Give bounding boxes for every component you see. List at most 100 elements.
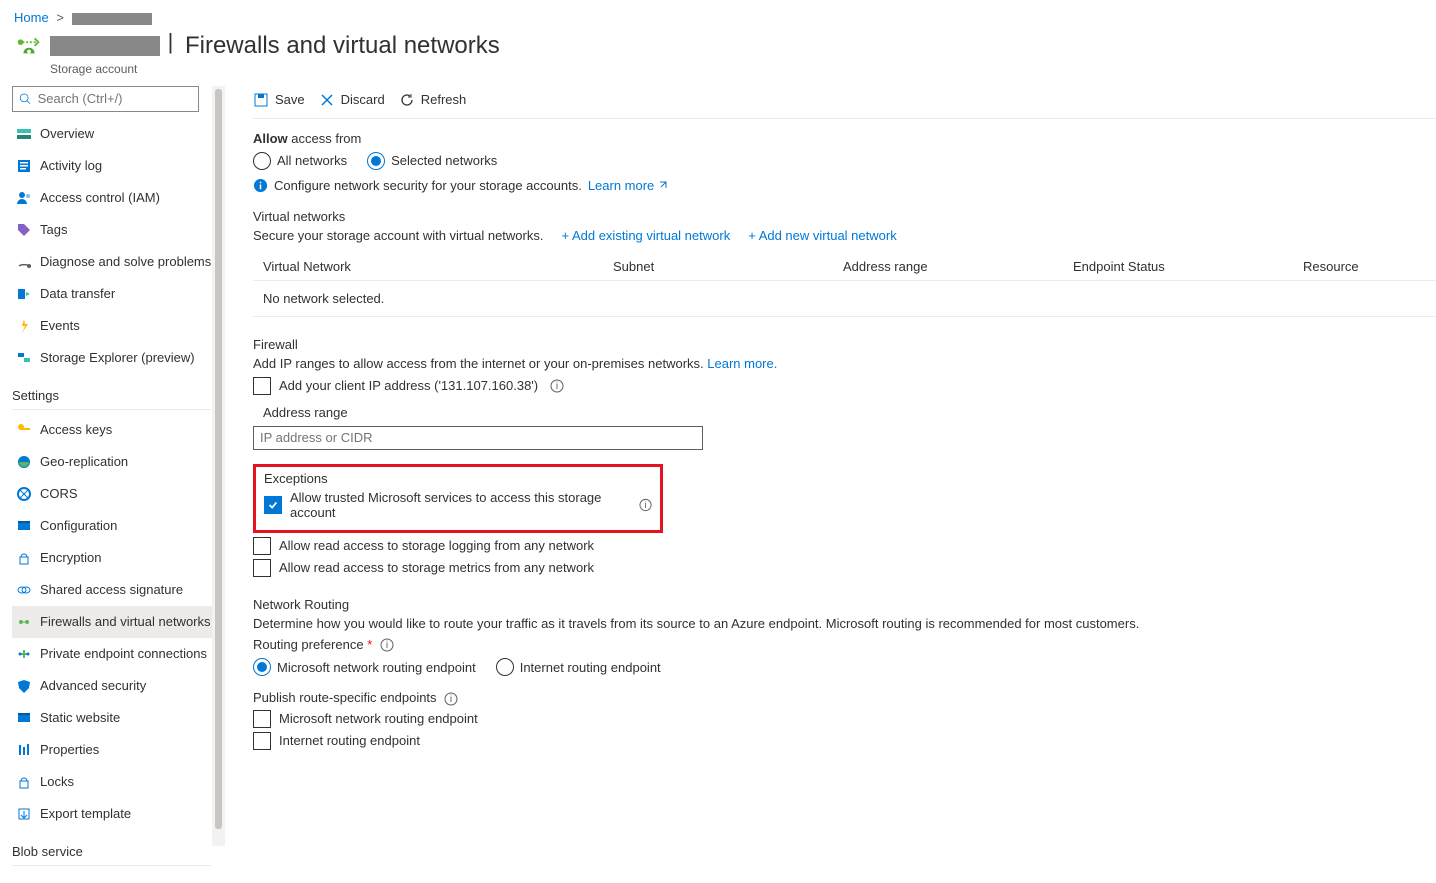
checkbox-publish-inet[interactable]	[253, 732, 271, 750]
checkbox-trusted-services[interactable]	[264, 496, 282, 514]
refresh-button[interactable]: Refresh	[399, 92, 467, 108]
sidebar-item-firewalls[interactable]: Firewalls and virtual networks	[12, 606, 225, 638]
tags-icon	[16, 222, 32, 238]
access-control-icon	[16, 190, 32, 206]
checkbox-client-ip[interactable]	[253, 377, 271, 395]
checkbox-logging[interactable]	[253, 537, 271, 555]
sidebar-item-access-control[interactable]: Access control (IAM)	[12, 182, 225, 214]
firewall-icon	[16, 614, 32, 630]
sidebar-search[interactable]	[12, 86, 199, 112]
sidebar-item-tags[interactable]: Tags	[12, 214, 225, 246]
sidebar-item-encryption[interactable]: Encryption	[12, 542, 225, 574]
vnet-empty-row: No network selected.	[253, 280, 1436, 317]
sidebar-item-locks[interactable]: Locks	[12, 766, 225, 798]
toolbar: Save Discard Refresh	[253, 86, 1436, 118]
checkbox-publish-ms[interactable]	[253, 710, 271, 728]
add-existing-vnet-link[interactable]: + Add existing virtual network	[561, 228, 730, 243]
storage-account-icon	[14, 29, 44, 59]
firewall-learn-more-link[interactable]: Learn more.	[707, 356, 777, 371]
divider: |	[168, 29, 174, 54]
svg-text:i: i	[386, 640, 388, 651]
breadcrumb: Home >	[0, 0, 1436, 29]
export-icon	[16, 806, 32, 822]
exceptions-heading: Exceptions	[264, 471, 652, 486]
radio-all-networks-label: All networks	[277, 153, 347, 168]
sidebar-item-overview[interactable]: Overview	[12, 118, 225, 150]
sidebar-item-configuration[interactable]: Configuration	[12, 510, 225, 542]
checkbox-client-ip-label: Add your client IP address ('131.107.160…	[279, 378, 538, 393]
vnet-heading: Virtual networks	[253, 209, 1436, 224]
diagnose-icon	[16, 254, 32, 270]
sidebar-item-storage-explorer[interactable]: Storage Explorer (preview)	[12, 342, 225, 374]
key-icon	[16, 422, 32, 438]
activity-log-icon	[16, 158, 32, 174]
firewall-desc: Add IP ranges to allow access from the i…	[253, 356, 1436, 371]
sidebar-item-static-website[interactable]: Static website	[12, 702, 225, 734]
ip-address-input[interactable]	[253, 426, 703, 450]
sidebar-item-private-endpoint[interactable]: Private endpoint connections	[12, 638, 225, 670]
events-icon	[16, 318, 32, 334]
firewall-heading: Firewall	[253, 337, 1436, 352]
address-range-col: Address range	[253, 399, 1436, 426]
discard-icon	[319, 92, 335, 108]
sidebar-item-cors[interactable]: CORS	[12, 478, 225, 510]
search-icon	[19, 92, 32, 106]
svg-text:i: i	[644, 499, 646, 509]
sidebar-section-blob: Blob service	[12, 844, 225, 859]
save-icon	[253, 92, 269, 108]
vnet-table-header: Virtual Network Subnet Address range End…	[253, 253, 1436, 280]
info-icon[interactable]: i	[444, 692, 458, 706]
refresh-icon	[399, 92, 415, 108]
sidebar-item-events[interactable]: Events	[12, 310, 225, 342]
info-configure-security: Configure network security for your stor…	[253, 178, 1436, 193]
info-icon[interactable]: i	[380, 638, 394, 652]
configuration-icon	[16, 518, 32, 534]
save-button[interactable]: Save	[253, 92, 305, 108]
sidebar-item-geo-replication[interactable]: Geo-replication	[12, 446, 225, 478]
radio-ms-routing[interactable]	[253, 658, 271, 676]
publish-endpoints-label: Publish route-specific endpoints	[253, 690, 437, 705]
col-resource: Resource	[1303, 259, 1426, 274]
sidebar-item-advanced-security[interactable]: Advanced security	[12, 670, 225, 702]
col-subnet: Subnet	[613, 259, 843, 274]
radio-internet-routing-label: Internet routing endpoint	[520, 660, 661, 675]
routing-desc: Determine how you would like to route yo…	[253, 616, 1436, 631]
discard-button[interactable]: Discard	[319, 92, 385, 108]
sidebar-scrollbar[interactable]	[212, 86, 225, 846]
sidebar-item-access-keys[interactable]: Access keys	[12, 414, 225, 446]
checkbox-metrics[interactable]	[253, 559, 271, 577]
info-icon[interactable]: i	[639, 498, 652, 512]
checkbox-publish-ms-label: Microsoft network routing endpoint	[279, 711, 478, 726]
allow-access-label: Allow access from	[253, 131, 1436, 146]
sidebar-item-diagnose[interactable]: Diagnose and solve problems	[12, 246, 225, 278]
checkbox-trusted-label: Allow trusted Microsoft services to acce…	[290, 490, 627, 520]
info-icon	[253, 178, 268, 193]
sidebar-item-activity-log[interactable]: Activity log	[12, 150, 225, 182]
cors-icon	[16, 486, 32, 502]
routing-heading: Network Routing	[253, 597, 1436, 612]
breadcrumb-sep: >	[52, 10, 68, 25]
routing-pref-row: Routing preference * i	[253, 637, 1436, 653]
search-input[interactable]	[36, 90, 192, 107]
toolbar-divider	[253, 118, 1436, 119]
properties-icon	[16, 742, 32, 758]
sidebar-item-data-transfer[interactable]: Data transfer	[12, 278, 225, 310]
sidebar-item-sas[interactable]: Shared access signature	[12, 574, 225, 606]
learn-more-link[interactable]: Learn more	[588, 178, 668, 193]
breadcrumb-home[interactable]: Home	[14, 10, 49, 25]
endpoint-icon	[16, 646, 32, 662]
sidebar-item-export-template[interactable]: Export template	[12, 798, 225, 830]
info-icon[interactable]: i	[550, 379, 564, 393]
shield-icon	[16, 678, 32, 694]
radio-internet-routing[interactable]	[496, 658, 514, 676]
sidebar-section-settings: Settings	[12, 388, 225, 403]
exceptions-highlight: Exceptions Allow trusted Microsoft servi…	[253, 464, 663, 533]
vnet-desc: Secure your storage account with virtual…	[253, 228, 543, 243]
website-icon	[16, 710, 32, 726]
add-new-vnet-link[interactable]: + Add new virtual network	[748, 228, 897, 243]
radio-selected-networks[interactable]	[367, 152, 385, 170]
sidebar-item-properties[interactable]: Properties	[12, 734, 225, 766]
radio-all-networks[interactable]	[253, 152, 271, 170]
lock-icon	[16, 550, 32, 566]
data-transfer-icon	[16, 286, 32, 302]
